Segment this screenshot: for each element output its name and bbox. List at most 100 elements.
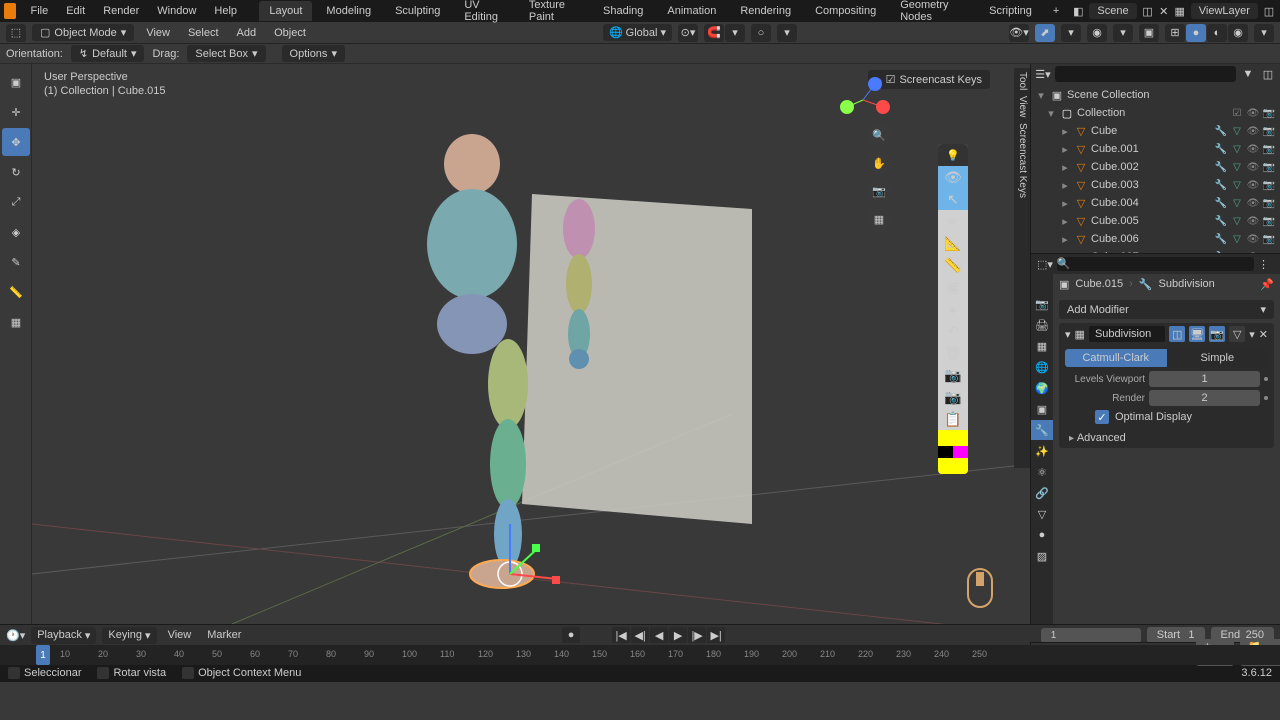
tool-annotate[interactable]: ✎: [2, 248, 30, 276]
catmull-clark-toggle[interactable]: Catmull-Clark: [1065, 349, 1167, 367]
playback-dropdown[interactable]: Playback▾: [31, 627, 96, 644]
add-modifier-dropdown[interactable]: Add Modifier▾: [1059, 300, 1274, 319]
proportional-dropdown[interactable]: ▾: [777, 24, 797, 42]
simple-toggle[interactable]: Simple: [1167, 349, 1269, 367]
new-scene-icon[interactable]: ◫: [1141, 2, 1155, 20]
modifier-render-icon[interactable]: 📷: [1209, 326, 1225, 342]
overlay-dropdown[interactable]: ▾: [1113, 24, 1133, 42]
tool-cursor[interactable]: ✛: [2, 98, 30, 126]
workspace-tab-compositing[interactable]: Compositing: [805, 1, 886, 21]
shading-rendered[interactable]: ◉: [1228, 24, 1248, 42]
orientation-dropdown[interactable]: ↯Default▾: [71, 45, 145, 62]
workspace-tab-texturepaint[interactable]: Texture Paint: [519, 0, 589, 27]
scene-icon[interactable]: ◧: [1071, 2, 1085, 20]
menu-edit[interactable]: Edit: [58, 2, 93, 20]
pan-icon[interactable]: ✋: [868, 152, 890, 174]
tab-object[interactable]: ▣: [1031, 399, 1053, 419]
keyframe-next-icon[interactable]: |▶: [688, 627, 706, 643]
shading-dropdown[interactable]: ▾: [1254, 24, 1274, 42]
menu-render[interactable]: Render: [95, 2, 147, 20]
modifier-delete-icon[interactable]: ✕: [1259, 328, 1268, 341]
zoom-icon[interactable]: 🔍: [868, 124, 890, 146]
advanced-expander[interactable]: ▸ Advanced: [1059, 428, 1274, 448]
jump-start-icon[interactable]: |◀: [612, 627, 630, 643]
play-reverse-icon[interactable]: ◀: [650, 627, 668, 643]
tool-scale[interactable]: ⤢: [2, 188, 30, 216]
levels-viewport-field[interactable]: 1: [1149, 371, 1260, 387]
workspace-tab-rendering[interactable]: Rendering: [730, 1, 801, 21]
tab-physics[interactable]: ⚛: [1031, 462, 1053, 482]
tool-move[interactable]: ✥: [2, 128, 30, 156]
modifier-expand-icon[interactable]: ▾: [1065, 328, 1071, 341]
outliner-editor-icon[interactable]: ☰▾: [1035, 66, 1051, 82]
pin-icon[interactable]: 📌: [1260, 278, 1274, 291]
new-collection-icon[interactable]: ◫: [1260, 66, 1276, 82]
proportional-edit[interactable]: ○: [751, 24, 771, 42]
drag-dropdown[interactable]: Select Box▾: [187, 45, 265, 62]
n-panel-tabs[interactable]: Tool View Screencast Keys: [1014, 68, 1030, 468]
workspace-tab-shading[interactable]: Shading: [593, 1, 653, 21]
perspective-icon[interactable]: ▦: [868, 208, 890, 230]
keyframe-dot-icon[interactable]: [1264, 396, 1268, 400]
timeline-marker[interactable]: Marker: [202, 627, 246, 643]
nav-gizmo[interactable]: [835, 72, 890, 130]
3d-viewport[interactable]: User Perspective (1) Collection | Cube.0…: [32, 64, 1030, 624]
tab-output[interactable]: 🖨: [1031, 315, 1053, 335]
gizmo-dropdown[interactable]: ▾: [1061, 24, 1081, 42]
breadcrumb-object[interactable]: Cube.015: [1075, 278, 1123, 290]
filter-icon[interactable]: ▼: [1240, 66, 1256, 82]
workspace-tab-geonodes[interactable]: Geometry Nodes: [890, 0, 975, 27]
outliner-item[interactable]: ▸▽Cube.006🔧▽👁📷: [1031, 230, 1280, 248]
modifier-realtime-icon[interactable]: 🖥: [1189, 326, 1205, 342]
outliner-collection[interactable]: ▾▢Collection☑👁📷: [1031, 104, 1280, 122]
props-options-icon[interactable]: ⋮: [1258, 258, 1274, 271]
shading-material[interactable]: ◐: [1207, 24, 1227, 42]
tab-particles[interactable]: ✨: [1031, 441, 1053, 461]
pivot-dropdown[interactable]: ⊙▾: [678, 24, 698, 42]
modifier-edit-mode-icon[interactable]: ◫: [1169, 326, 1185, 342]
shading-solid[interactable]: ●: [1186, 24, 1206, 42]
props-search[interactable]: 🔍: [1057, 257, 1254, 271]
outliner-search[interactable]: [1055, 66, 1236, 82]
workspace-tab-modeling[interactable]: Modeling: [316, 1, 381, 21]
outliner-item[interactable]: ▸▽Cube.002🔧▽👁📷: [1031, 158, 1280, 176]
editor-type-icon[interactable]: ⬚: [6, 24, 26, 42]
tab-material[interactable]: ●: [1031, 525, 1053, 545]
outliner-item[interactable]: ▸▽Cube🔧▽👁📷: [1031, 122, 1280, 140]
outliner-item[interactable]: ▸▽Cube.003🔧▽👁📷: [1031, 176, 1280, 194]
tool-select-box[interactable]: ▣: [2, 68, 30, 96]
timeline-view[interactable]: View: [163, 627, 197, 643]
tool-rotate[interactable]: ↻: [2, 158, 30, 186]
header-add[interactable]: Add: [231, 25, 263, 41]
tool-measure[interactable]: 📏: [2, 278, 30, 306]
snap-toggle[interactable]: 🧲: [704, 24, 724, 42]
tool-add[interactable]: ▦: [2, 308, 30, 336]
tab-viewlayer[interactable]: ▦: [1031, 336, 1053, 356]
camera-icon[interactable]: 📷: [868, 180, 890, 202]
workspace-tab-sculpting[interactable]: Sculpting: [385, 1, 450, 21]
scene-selector[interactable]: Scene: [1089, 3, 1136, 19]
render-levels-field[interactable]: 2: [1149, 390, 1260, 406]
tab-constraints[interactable]: 🔗: [1031, 483, 1053, 503]
snap-dropdown[interactable]: ▾: [725, 24, 745, 42]
current-frame-field[interactable]: 1: [1041, 628, 1141, 643]
overlay-toggle[interactable]: ◉: [1087, 24, 1107, 42]
jump-end-icon[interactable]: ▶|: [707, 627, 725, 643]
new-viewlayer-icon[interactable]: ◫: [1262, 2, 1276, 20]
modifier-extras-icon[interactable]: ▾: [1249, 328, 1255, 341]
tab-scene[interactable]: 🌐: [1031, 357, 1053, 377]
menu-file[interactable]: File: [22, 2, 56, 20]
play-icon[interactable]: ▶: [669, 627, 687, 643]
visibility-icon[interactable]: 👁▾: [1009, 24, 1029, 42]
keyframe-dot-icon[interactable]: [1264, 377, 1268, 381]
header-object[interactable]: Object: [268, 25, 312, 41]
header-view[interactable]: View: [140, 25, 176, 41]
playhead[interactable]: 1: [36, 645, 50, 665]
xray-toggle[interactable]: ▣: [1139, 24, 1159, 42]
tab-modifiers[interactable]: 🔧: [1031, 420, 1053, 440]
menu-help[interactable]: Help: [206, 2, 245, 20]
tool-transform[interactable]: ◈: [2, 218, 30, 246]
outliner-scene-collection[interactable]: ▾▣Scene Collection: [1031, 86, 1280, 104]
modifier-name-field[interactable]: Subdivision: [1089, 326, 1165, 342]
tab-world[interactable]: 🌍: [1031, 378, 1053, 398]
